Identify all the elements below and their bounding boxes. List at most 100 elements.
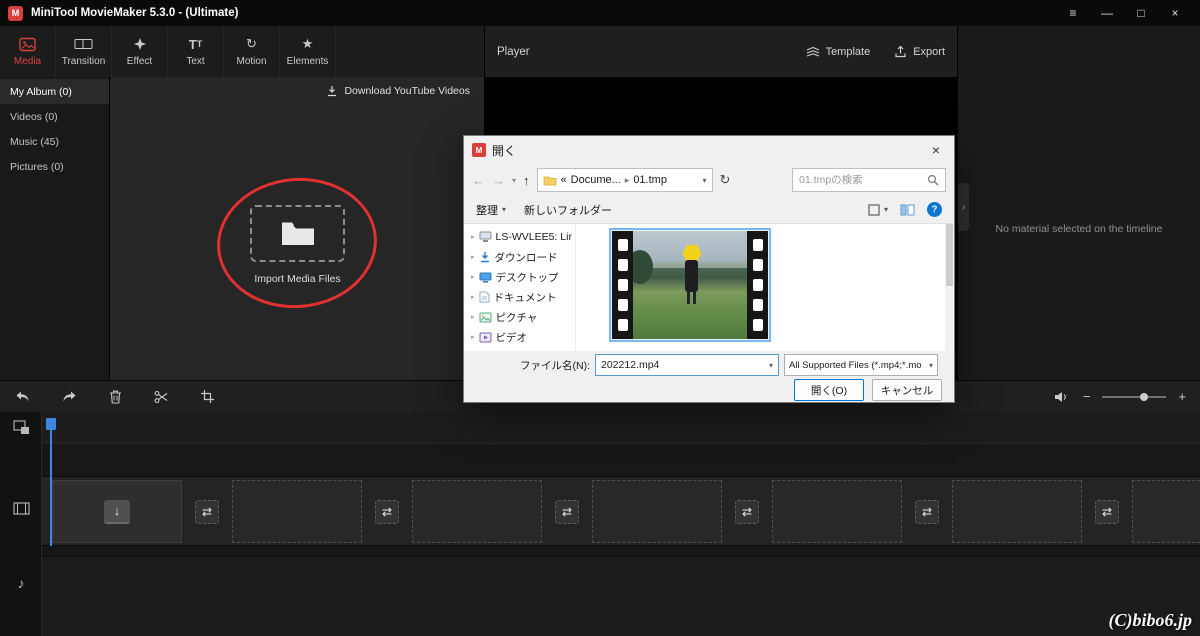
transition-slot-icon[interactable]: ⇄ xyxy=(735,500,759,524)
playhead-handle[interactable] xyxy=(46,418,56,430)
view-caret-icon: ▾ xyxy=(883,205,888,214)
redo-button[interactable] xyxy=(60,388,78,406)
download-youtube-link[interactable]: Download YouTube Videos xyxy=(326,85,470,97)
transition-slot-icon[interactable]: ⇄ xyxy=(555,500,579,524)
open-button[interactable]: 開く(O) xyxy=(794,379,864,401)
search-box[interactable] xyxy=(792,168,946,192)
import-to-track-icon[interactable]: ↓ xyxy=(104,499,130,524)
window-controls: ≡ — □ × xyxy=(1056,1,1192,25)
new-folder-button[interactable]: 新しいフォルダー xyxy=(524,202,612,218)
delete-button[interactable] xyxy=(106,388,124,406)
tab-text[interactable]: TT Text xyxy=(168,26,224,77)
expander-icon[interactable]: ▸ xyxy=(471,293,475,301)
expander-icon[interactable]: ▸ xyxy=(471,273,475,281)
expander-icon[interactable]: ▸ xyxy=(471,313,475,321)
maximize-button[interactable]: □ xyxy=(1124,1,1158,25)
video-track-icon[interactable] xyxy=(0,502,42,515)
tree-item-computer[interactable]: ▸ LS-WVLEE5: Lir xyxy=(464,227,575,247)
forward-button[interactable]: → xyxy=(492,173,505,188)
videos-icon xyxy=(479,332,492,343)
dialog-close-button[interactable]: × xyxy=(918,137,954,163)
video-clip-slot[interactable] xyxy=(952,480,1082,543)
file-list-scrollbar[interactable] xyxy=(945,224,954,351)
filmstrip-left-edge xyxy=(612,231,633,339)
transition-slot-icon[interactable]: ⇄ xyxy=(195,500,219,524)
file-list xyxy=(576,224,954,351)
filename-row: ファイル名(N): ▾ All Supported Files (*.mp4;*… xyxy=(464,352,954,378)
zoom-slider[interactable] xyxy=(1102,392,1167,401)
tab-motion[interactable]: ↻ Motion xyxy=(224,26,280,77)
filetype-caret-icon[interactable]: ▾ xyxy=(929,361,933,370)
zoom-in-button[interactable]: + xyxy=(1178,389,1186,404)
pictures-icon xyxy=(479,312,492,323)
address-dropdown-icon[interactable]: ▾ xyxy=(703,176,707,185)
template-button[interactable]: Template xyxy=(806,45,870,58)
video-clip-slot[interactable] xyxy=(1132,480,1200,543)
tab-effect[interactable]: Effect xyxy=(112,26,168,77)
up-button[interactable]: ↑ xyxy=(523,173,530,188)
dialog-body: ▸ LS-WVLEE5: Lir ▸ ダウンロード ▸ デスクトップ ▸ ドキュ… xyxy=(464,224,954,351)
transition-slot-icon[interactable]: ⇄ xyxy=(1095,500,1119,524)
close-button[interactable]: × xyxy=(1158,1,1192,25)
filename-input[interactable] xyxy=(601,359,769,371)
zoom-slider-thumb[interactable] xyxy=(1140,392,1149,401)
menu-icon[interactable]: ≡ xyxy=(1056,1,1090,25)
timeline-ruler[interactable] xyxy=(42,412,1200,444)
search-input[interactable] xyxy=(799,174,923,186)
video-clip-slot[interactable] xyxy=(772,480,902,543)
filetype-combobox[interactable]: All Supported Files (*.mp4;*.mo ▾ xyxy=(784,354,938,376)
video-clip-slot[interactable]: ↓ xyxy=(52,480,182,543)
breadcrumb-parent[interactable]: Docume... xyxy=(571,174,621,186)
expander-icon[interactable]: ▸ xyxy=(471,333,475,341)
breadcrumb-current[interactable]: 01.tmp xyxy=(633,174,667,186)
undo-button[interactable] xyxy=(14,388,32,406)
overlay-track-icon[interactable] xyxy=(0,420,42,435)
zoom-out-button[interactable]: − xyxy=(1083,389,1091,404)
preview-pane-button[interactable] xyxy=(900,204,915,216)
export-button[interactable]: Export xyxy=(894,45,945,58)
address-bar[interactable]: « Docume... ▸ 01.tmp ▾ xyxy=(536,168,713,192)
dialog-titlebar: M 開く × xyxy=(464,136,954,164)
tree-item-videos[interactable]: ▸ ビデオ xyxy=(464,327,575,347)
import-media-dropzone[interactable] xyxy=(250,205,345,262)
view-options-button[interactable]: ▾ xyxy=(868,203,888,216)
tab-media[interactable]: Media xyxy=(0,26,56,77)
tree-item-documents[interactable]: ▸ ドキュメント xyxy=(464,287,575,307)
sidebar-item-my-album[interactable]: My Album (0) xyxy=(0,79,109,104)
history-dropdown-icon[interactable]: ▾ xyxy=(512,176,516,185)
video-clip-slot[interactable] xyxy=(232,480,362,543)
file-item-selected[interactable] xyxy=(609,228,771,342)
transition-slot-icon[interactable]: ⇄ xyxy=(915,500,939,524)
refresh-button[interactable]: ↻ xyxy=(720,172,731,188)
volume-icon[interactable] xyxy=(1053,388,1071,406)
golfer-silhouette xyxy=(685,260,699,305)
tab-transition[interactable]: Transition xyxy=(56,26,112,77)
minimize-button[interactable]: — xyxy=(1090,1,1124,25)
split-button[interactable] xyxy=(152,388,170,406)
filename-caret-icon[interactable]: ▾ xyxy=(769,361,773,370)
tab-elements[interactable]: ★ Elements xyxy=(280,26,336,77)
tab-bar: Media Transition Effect TT Text ↻ Motion… xyxy=(0,26,485,77)
expander-icon[interactable]: ▸ xyxy=(471,233,475,241)
breadcrumb-overflow[interactable]: « xyxy=(561,174,567,186)
sidebar-item-pictures[interactable]: Pictures (0) xyxy=(0,154,109,179)
expander-icon[interactable]: ▸ xyxy=(471,253,475,261)
crop-button[interactable] xyxy=(198,388,216,406)
scrollbar-thumb[interactable] xyxy=(946,224,953,286)
cancel-button[interactable]: キャンセル xyxy=(872,379,942,401)
video-clip-slot[interactable] xyxy=(592,480,722,543)
help-button[interactable]: ? xyxy=(927,202,942,217)
music-track[interactable] xyxy=(42,556,1200,636)
tree-item-desktop[interactable]: ▸ デスクトップ xyxy=(464,267,575,287)
transition-slot-icon[interactable]: ⇄ xyxy=(375,500,399,524)
search-icon xyxy=(927,174,939,186)
sidebar-item-videos[interactable]: Videos (0) xyxy=(0,104,109,129)
sidebar-item-music[interactable]: Music (45) xyxy=(0,129,109,154)
music-track-icon[interactable]: ♪ xyxy=(0,575,42,591)
filename-combobox[interactable]: ▾ xyxy=(595,354,779,376)
video-clip-slot[interactable] xyxy=(412,480,542,543)
tree-item-pictures[interactable]: ▸ ピクチャ xyxy=(464,307,575,327)
back-button[interactable]: ← xyxy=(472,173,485,188)
tree-item-downloads[interactable]: ▸ ダウンロード xyxy=(464,247,575,267)
organize-menu-button[interactable]: 整理 ▾ xyxy=(476,202,506,218)
